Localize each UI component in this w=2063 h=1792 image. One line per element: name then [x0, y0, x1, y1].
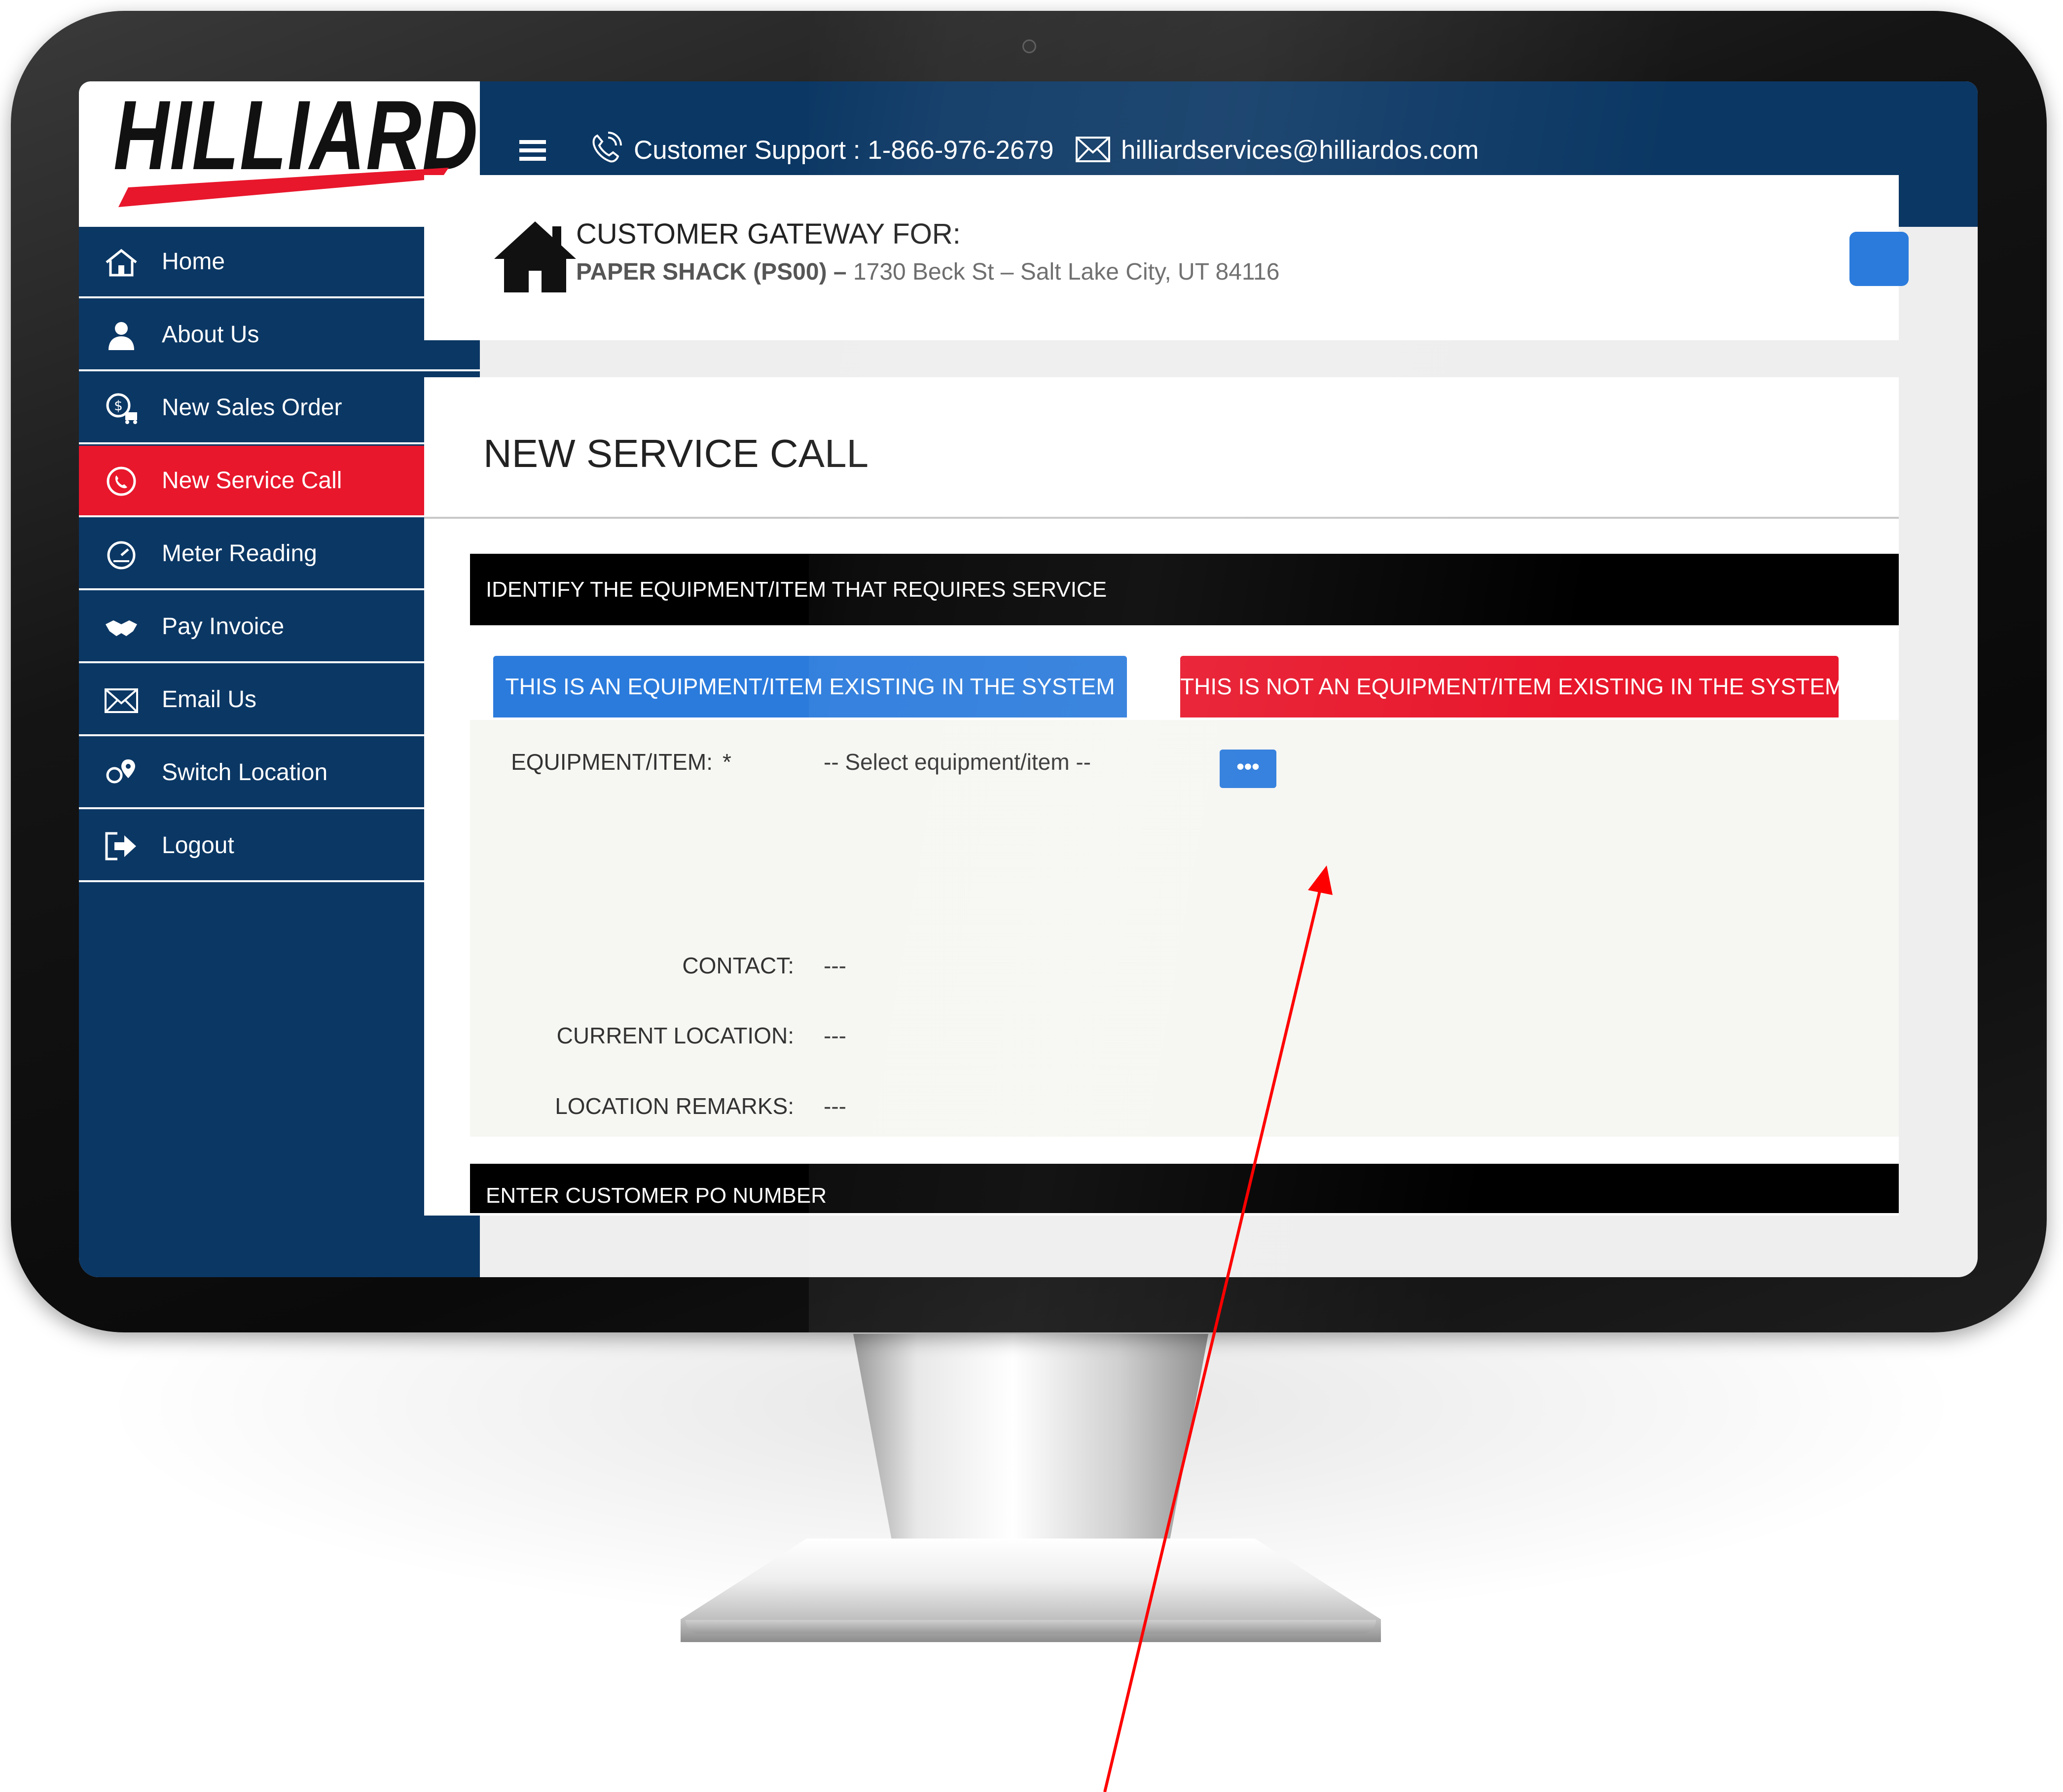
equipment-lookup-button[interactable]: ••• — [1220, 750, 1276, 788]
page-title: NEW SERVICE CALL — [483, 431, 869, 475]
contact-label: CONTACT: — [682, 953, 794, 978]
current-location-value: --- — [824, 1023, 846, 1048]
house-icon — [494, 221, 576, 292]
current-location-label: CURRENT LOCATION: — [556, 1023, 794, 1048]
po-number-section-title: ENTER CUSTOMER PO NUMBER — [486, 1183, 827, 1208]
location-remarks-label: LOCATION REMARKS: — [555, 1093, 794, 1119]
gateway-address: PAPER SHACK (PS00) – 1730 Beck St – Salt… — [576, 257, 1279, 287]
existing-equipment-tab[interactable]: THIS IS AN EQUIPMENT/ITEM EXISTING IN TH… — [493, 656, 1127, 717]
equipment-label: EQUIPMENT/ITEM: — [511, 749, 713, 775]
equipment-select[interactable]: -- Select equipment/item -- — [824, 747, 1091, 777]
po-number-section-header: ENTER CUSTOMER PO NUMBER — [470, 1164, 1899, 1213]
monitor-stand-lip — [686, 1620, 1376, 1634]
location-remarks-value: --- — [824, 1093, 846, 1119]
customer-name: PAPER SHACK (PS00) — [576, 259, 827, 285]
section-header-title: IDENTIFY THE EQUIPMENT/ITEM THAT REQUIRE… — [486, 577, 1107, 602]
contact-value: --- — [824, 953, 846, 978]
gateway-title: CUSTOMER GATEWAY FOR: — [576, 218, 961, 250]
customer-address: 1730 Beck St – Salt Lake City, UT 84116 — [853, 259, 1280, 285]
webcam-icon — [1022, 39, 1036, 53]
equipment-form-panel — [470, 720, 1899, 1137]
gateway-action-button[interactable] — [1849, 232, 1909, 286]
title-divider — [424, 517, 1899, 519]
address-separator: – — [827, 259, 853, 285]
required-mark: * — [723, 749, 731, 775]
not-existing-equipment-tab[interactable]: THIS IS NOT AN EQUIPMENT/ITEM EXISTING I… — [1180, 656, 1844, 717]
